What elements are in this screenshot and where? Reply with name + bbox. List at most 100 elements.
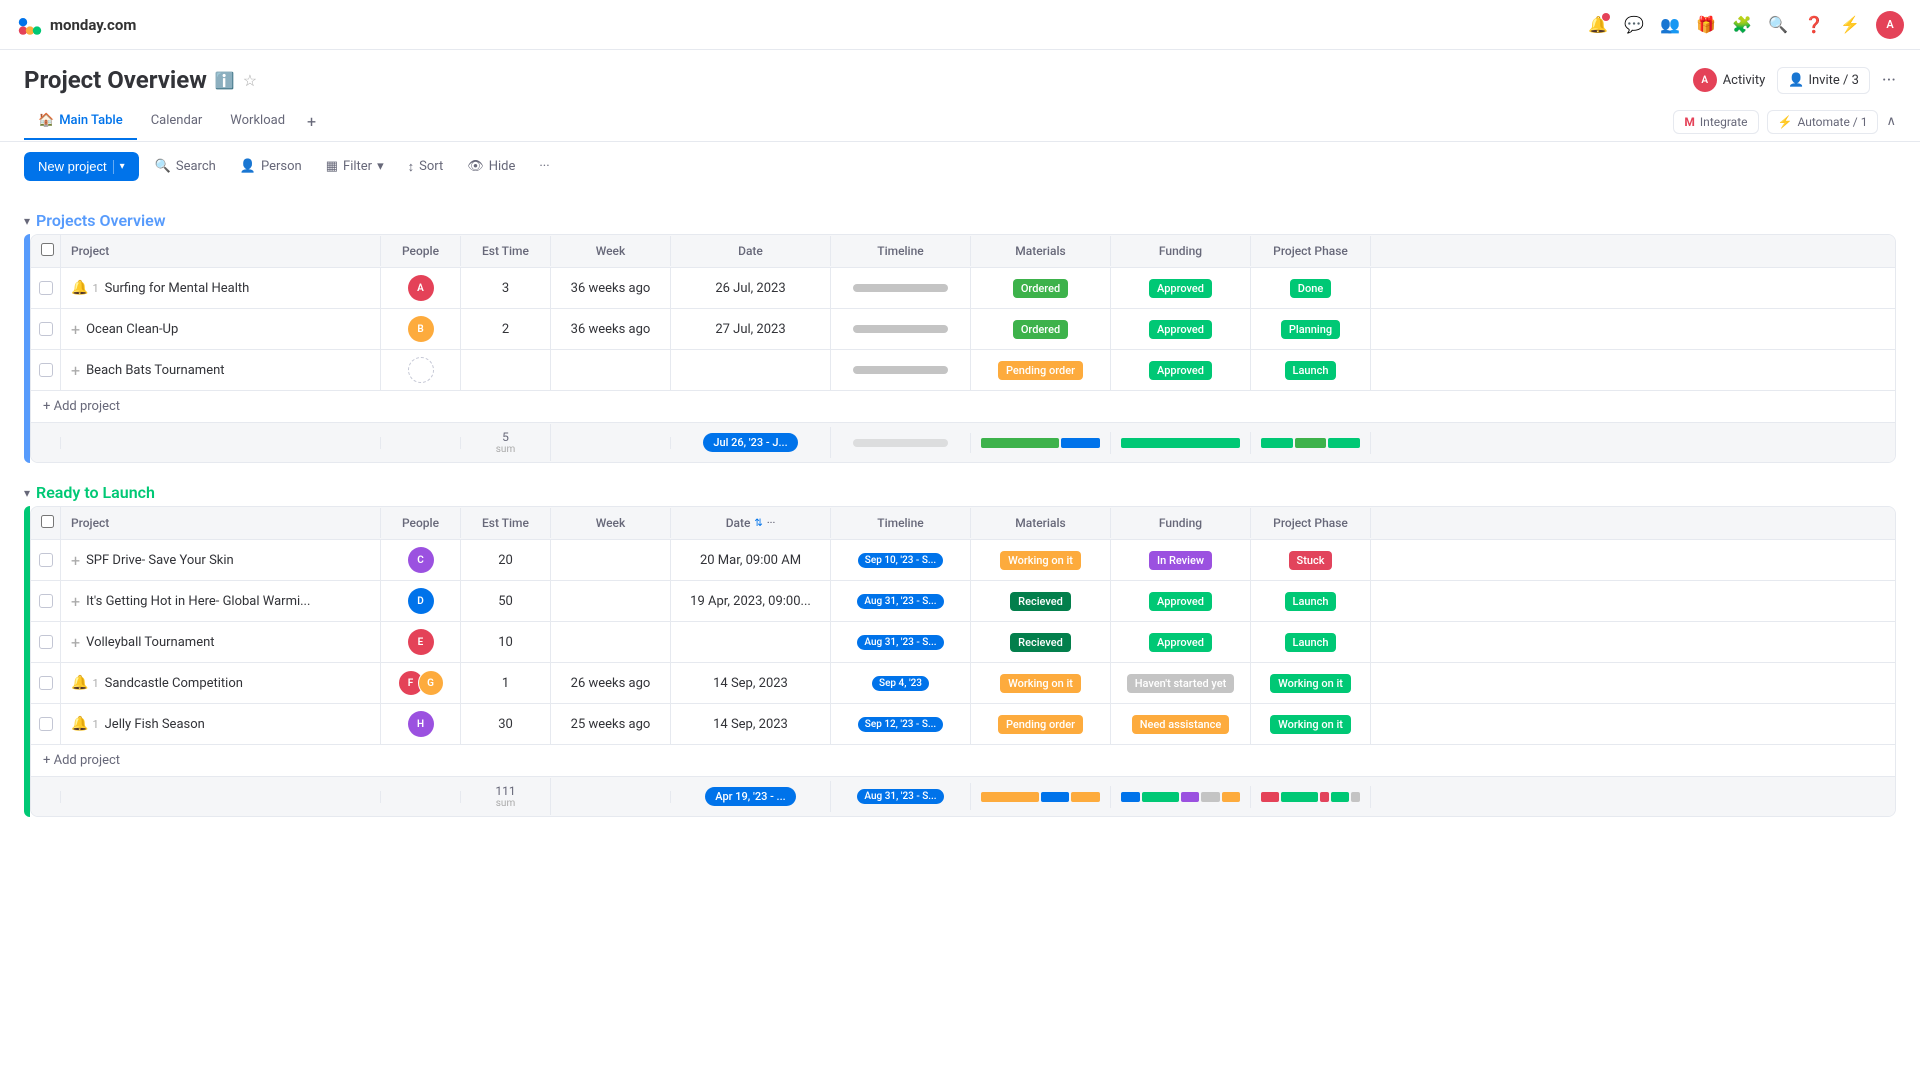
- gift-icon[interactable]: 🎁: [1696, 15, 1716, 35]
- table-ready-to-launch: Project People Est Time Week Date ⇅ ··· …: [24, 506, 1896, 817]
- sort-icon[interactable]: ⇅: [754, 518, 762, 529]
- add-view-button[interactable]: +: [299, 102, 324, 141]
- row-date: [671, 350, 831, 390]
- add-icon[interactable]: +: [71, 633, 80, 652]
- add-icon[interactable]: +: [71, 320, 80, 339]
- activity-button[interactable]: A Activity: [1693, 68, 1766, 92]
- row-checkbox[interactable]: [31, 581, 61, 621]
- sort-icon: ↕: [408, 159, 415, 175]
- people-icon[interactable]: 👥: [1660, 15, 1680, 35]
- sum-cell-materials: [971, 432, 1111, 454]
- row-materials[interactable]: Working on it: [971, 663, 1111, 703]
- row-week: 25 weeks ago: [551, 704, 671, 744]
- collapse-button[interactable]: ∧: [1886, 114, 1896, 129]
- row-timeline: Aug 31, '23 - S...: [831, 581, 971, 621]
- integrate-button[interactable]: M Integrate: [1673, 110, 1758, 134]
- color-seg: [1121, 792, 1140, 802]
- color-seg: [1295, 438, 1327, 448]
- row-project-phase[interactable]: Launch: [1251, 622, 1371, 662]
- bell-icon[interactable]: 🔔: [71, 280, 88, 296]
- puzzle-icon[interactable]: 🧩: [1732, 15, 1752, 35]
- tab-workload[interactable]: Workload: [216, 103, 299, 140]
- bell-icon[interactable]: 🔔: [71, 716, 88, 732]
- date-header-more[interactable]: ···: [767, 518, 776, 529]
- row-project-phase[interactable]: Done: [1251, 268, 1371, 308]
- sum-row: 5 sum Jul 26, '23 - J...: [31, 422, 1895, 462]
- table-row: 🔔 1 Surfing for Mental Health A 3 36 wee…: [31, 268, 1895, 309]
- row-project-phase[interactable]: Working on it: [1251, 704, 1371, 744]
- tab-calendar[interactable]: Calendar: [137, 103, 217, 140]
- add-icon[interactable]: +: [71, 361, 80, 380]
- group-collapse-button[interactable]: ▾: [24, 486, 30, 500]
- add-project-row[interactable]: + Add project: [31, 391, 1895, 422]
- select-all-rtl-checkbox[interactable]: [41, 515, 54, 528]
- tab-main-table[interactable]: 🏠 Main Table: [24, 103, 137, 140]
- row-materials[interactable]: Recieved: [971, 622, 1111, 662]
- color-seg: [1331, 792, 1349, 802]
- row-materials[interactable]: Working on it: [971, 540, 1111, 580]
- row-funding[interactable]: Need assistance: [1111, 704, 1251, 744]
- notifications-icon[interactable]: 🔔: [1588, 15, 1608, 35]
- select-all-checkbox[interactable]: [41, 243, 54, 256]
- row-checkbox[interactable]: [31, 663, 61, 703]
- star-icon[interactable]: ☆: [243, 71, 257, 90]
- row-materials[interactable]: Ordered: [971, 309, 1111, 349]
- row-funding[interactable]: Haven't started yet: [1111, 663, 1251, 703]
- row-est-time: 30: [461, 704, 551, 744]
- row-materials[interactable]: Ordered: [971, 268, 1111, 308]
- more-options-button[interactable]: ···: [531, 154, 557, 179]
- row-materials[interactable]: Pending order: [971, 704, 1111, 744]
- add-icon[interactable]: +: [71, 592, 80, 611]
- row-project-phase[interactable]: Working on it: [1251, 663, 1371, 703]
- row-materials[interactable]: Pending order: [971, 350, 1111, 390]
- row-checkbox[interactable]: [31, 704, 61, 744]
- group-collapse-button[interactable]: ▾: [24, 214, 30, 228]
- header-more-button[interactable]: ···: [1882, 70, 1896, 91]
- help-icon[interactable]: ❓: [1804, 15, 1824, 35]
- row-project-phase[interactable]: Launch: [1251, 350, 1371, 390]
- row-checkbox[interactable]: [31, 309, 61, 349]
- sum-cell-people: [381, 437, 461, 449]
- row-checkbox[interactable]: [31, 268, 61, 308]
- materials-badge: Working on it: [1000, 674, 1081, 693]
- row-funding[interactable]: Approved: [1111, 350, 1251, 390]
- row-project-phase[interactable]: Launch: [1251, 581, 1371, 621]
- row-project-phase[interactable]: Planning: [1251, 309, 1371, 349]
- home-icon: 🏠: [38, 113, 54, 128]
- row-funding[interactable]: Approved: [1111, 268, 1251, 308]
- apps-icon[interactable]: ⚡: [1840, 15, 1860, 35]
- project-phase-badge: Stuck: [1289, 551, 1333, 570]
- new-project-button[interactable]: New project ▾: [24, 152, 139, 181]
- row-project-name: + Beach Bats Tournament: [61, 350, 381, 390]
- search-button[interactable]: 🔍 Search: [147, 154, 224, 179]
- logo[interactable]: monday.com: [16, 11, 136, 39]
- header-est-time: Est Time: [461, 236, 551, 266]
- row-materials[interactable]: Recieved: [971, 581, 1111, 621]
- row-funding[interactable]: In Review: [1111, 540, 1251, 580]
- invite-button[interactable]: 👤 Invite / 3: [1777, 67, 1870, 94]
- row-checkbox[interactable]: [31, 622, 61, 662]
- row-checkbox[interactable]: [31, 350, 61, 390]
- project-phase-badge: Working on it: [1270, 674, 1351, 693]
- row-checkbox[interactable]: [31, 540, 61, 580]
- row-funding[interactable]: Approved: [1111, 581, 1251, 621]
- row-project-phase[interactable]: Stuck: [1251, 540, 1371, 580]
- row-funding[interactable]: Approved: [1111, 622, 1251, 662]
- user-avatar[interactable]: A: [1876, 11, 1904, 39]
- project-name-text: Sandcastle Competition: [105, 676, 243, 691]
- filter-button[interactable]: ▦ Filter ▾: [318, 154, 392, 179]
- person-button[interactable]: 👤 Person: [232, 154, 310, 179]
- hide-button[interactable]: 👁 Hide: [459, 154, 523, 179]
- info-icon[interactable]: ℹ️: [215, 71, 235, 90]
- color-seg: [1261, 438, 1293, 448]
- avatar: C: [408, 547, 434, 573]
- row-funding[interactable]: Approved: [1111, 309, 1251, 349]
- automate-button[interactable]: ⚡ Automate / 1: [1767, 110, 1879, 134]
- bell-icon[interactable]: 🔔: [71, 675, 88, 691]
- add-icon[interactable]: +: [71, 551, 80, 570]
- inbox-icon[interactable]: 💬: [1624, 15, 1644, 35]
- add-project-rtl-row[interactable]: + Add project: [31, 745, 1895, 776]
- sort-button[interactable]: ↕ Sort: [400, 154, 452, 180]
- table-row: + Volleyball Tournament E 10 Aug 31, '23…: [31, 622, 1895, 663]
- search-top-icon[interactable]: 🔍: [1768, 15, 1788, 35]
